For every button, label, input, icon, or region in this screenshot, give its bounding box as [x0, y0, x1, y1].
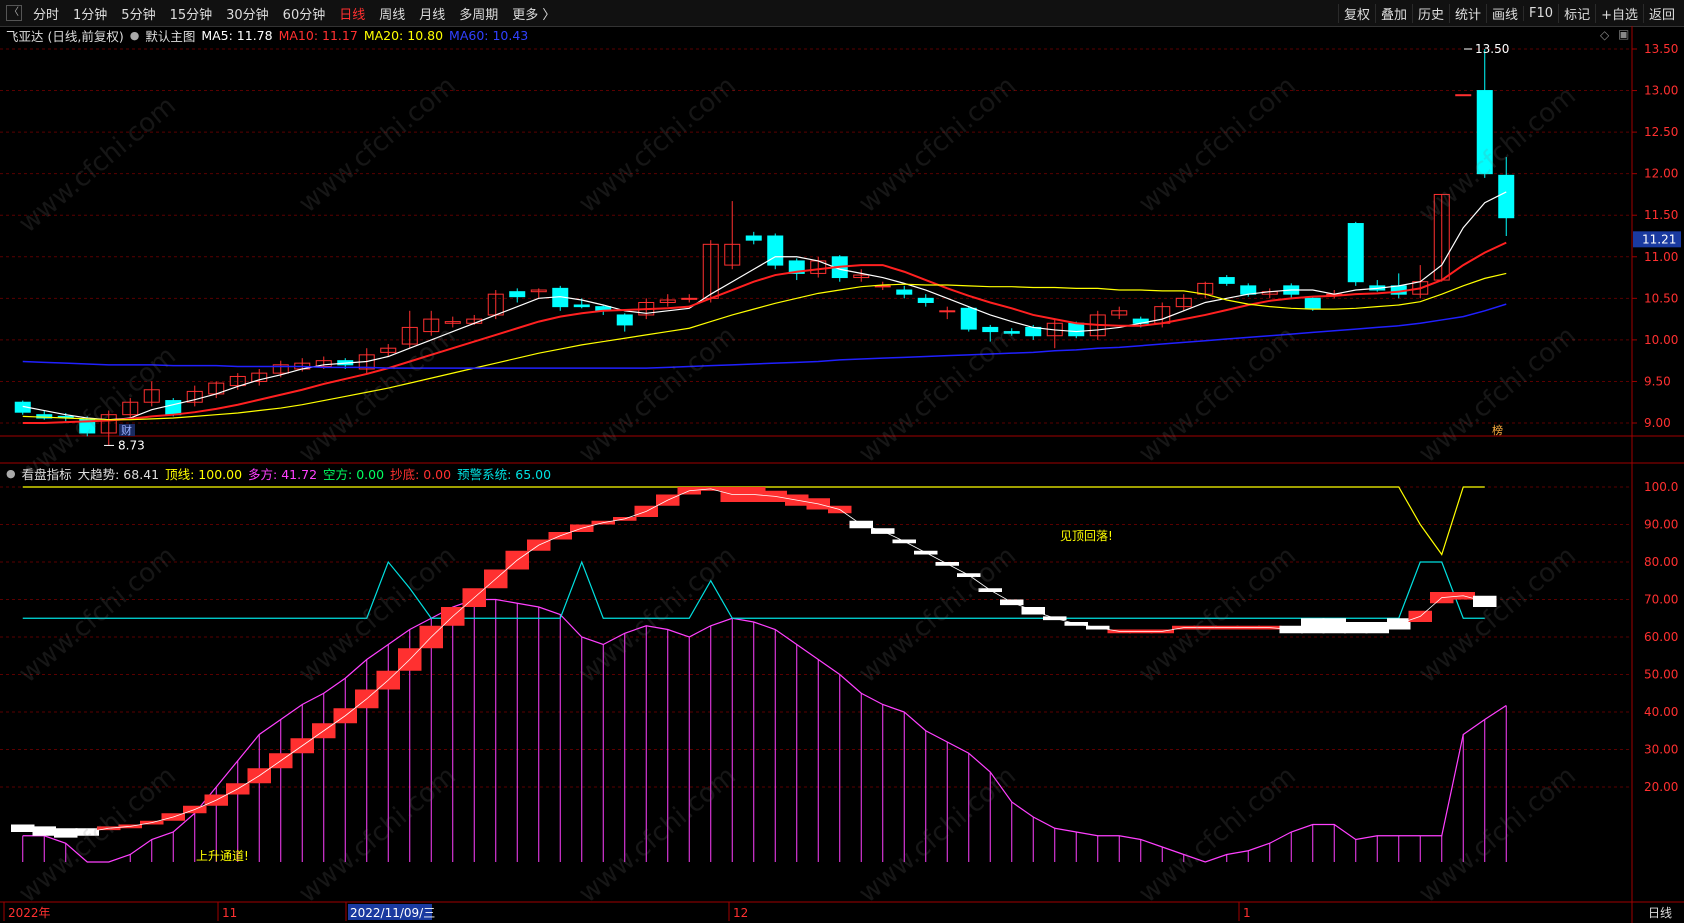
candle-body: [767, 235, 784, 266]
indicator-tick-label: 100.0: [1644, 480, 1678, 494]
period-tabs: 〈 分时 1分钟 5分钟 15分钟 30分钟 60分钟 日线 周线 月线 多周期 更多 〉: [0, 4, 562, 23]
long-line: [22, 598, 1507, 863]
indicator-tick-label: 20.00: [1644, 780, 1678, 794]
low-price-label: 8.73: [118, 438, 145, 452]
toolbar-action-3[interactable]: 统计: [1449, 3, 1486, 23]
candle-body: [1025, 326, 1042, 337]
top-warn-annotation: 见顶回落!: [1060, 529, 1113, 543]
date-label: 1: [1243, 906, 1251, 920]
toolbar-action-0[interactable]: 复权: [1337, 3, 1375, 23]
candle-body: [509, 291, 526, 298]
price-tick-label: 9.00: [1644, 416, 1671, 430]
toolbar-action-2[interactable]: 历史: [1411, 3, 1449, 23]
indicator-tick-label: 40.00: [1644, 705, 1678, 719]
candle-body: [745, 235, 762, 241]
candle-body: [616, 314, 633, 326]
tab-period-7[interactable]: 周线: [372, 4, 412, 23]
toolbar-action-7[interactable]: +自选: [1595, 3, 1643, 23]
price-tick-label: 12.50: [1644, 125, 1678, 139]
candle-body: [960, 307, 977, 330]
price-tick-label: 13.00: [1644, 84, 1678, 98]
indicator-tick-label: 80.00: [1644, 555, 1678, 569]
warn-line: [22, 560, 1485, 619]
tab-period-4[interactable]: 30分钟: [219, 4, 276, 23]
candle-body: [1304, 297, 1321, 309]
candle-body: [573, 304, 590, 308]
tab-period-8[interactable]: 月线: [412, 4, 452, 23]
current-price-label: 11.21: [1642, 232, 1676, 246]
indicator-tick-label: 60.00: [1644, 630, 1678, 644]
toolbar-action-4[interactable]: 画线: [1486, 3, 1523, 23]
date-label: 12: [733, 906, 748, 920]
period-label: 日线: [1648, 906, 1672, 920]
ma20-line: [22, 272, 1507, 421]
candle-body: [939, 310, 956, 313]
ma10-line: [22, 241, 1507, 424]
price-tick-label: 13.50: [1644, 42, 1678, 56]
indicator-tick-label: 30.00: [1644, 743, 1678, 757]
tab-period-3[interactable]: 15分钟: [163, 4, 220, 23]
up-channel-annotation: 上升通道!: [196, 849, 249, 863]
price-tick-label: 9.50: [1644, 374, 1671, 388]
candle-body: [1455, 94, 1472, 97]
candle-body: [1218, 277, 1235, 284]
price-tick-label: 10.00: [1644, 333, 1678, 347]
bang-marker: 榜: [1492, 423, 1503, 437]
price-tick-label: 11.00: [1644, 250, 1678, 264]
toolbar-action-1[interactable]: 叠加: [1374, 3, 1412, 23]
high-price-label: 13.50: [1475, 42, 1509, 56]
candle-body: [681, 297, 698, 300]
candle-body: [1240, 285, 1257, 295]
candle-body: [1476, 90, 1493, 175]
candle-body: [1003, 331, 1020, 334]
date-label: 2022年: [8, 906, 51, 920]
toolbar-actions: 复权 叠加 历史 统计 画线 F10 标记 +自选 返回: [1337, 0, 1680, 26]
candle-body: [165, 400, 182, 416]
candle-body: [1347, 223, 1364, 283]
tab-period-6[interactable]: 日线: [332, 4, 372, 23]
tab-period-9[interactable]: 多周期: [452, 4, 505, 23]
stock-chart[interactable]: 13.50 13.00 12.50 12.00 11.50 11.00 10.50 10.00…: [0, 26, 1684, 923]
date-label: 2022/11/09/三: [350, 906, 435, 920]
price-tick-label: 11.50: [1644, 208, 1678, 222]
ma60-line: [22, 303, 1507, 369]
indicator-tick-label: 90.00: [1644, 518, 1678, 532]
candle-body: [1498, 174, 1515, 219]
indicator-tick-label: 70.00: [1644, 593, 1678, 607]
toolbar-action-8[interactable]: 返回: [1642, 3, 1680, 23]
candle-body: [1068, 322, 1085, 337]
period-toolbar: 〈 分时 1分钟 5分钟 15分钟 30分钟 60分钟 日线 周线 月线 多周期 更多 〉 复权 叠加…: [0, 0, 1684, 27]
candle-body: [917, 297, 934, 303]
indicator-tick-label: 50.00: [1644, 668, 1678, 682]
cai-marker: 财: [121, 423, 132, 437]
price-tick-label: 12.00: [1644, 167, 1678, 181]
tab-period-2[interactable]: 5分钟: [114, 4, 162, 23]
tab-period-5[interactable]: 60分钟: [276, 4, 333, 23]
price-tick-label: 10.50: [1644, 291, 1678, 305]
tab-period-1[interactable]: 1分钟: [66, 4, 114, 23]
toolbar-action-5[interactable]: F10: [1523, 5, 1558, 21]
tab-period-0[interactable]: 分时: [26, 4, 66, 23]
tab-period-10[interactable]: 更多 〉: [505, 4, 562, 23]
toolbar-action-6[interactable]: 标记: [1558, 3, 1595, 23]
date-label: 11: [222, 906, 237, 920]
collapse-icon[interactable]: 〈: [6, 5, 22, 21]
candle-body: [57, 415, 74, 418]
candle-body: [896, 289, 913, 295]
candle-body: [982, 326, 999, 333]
